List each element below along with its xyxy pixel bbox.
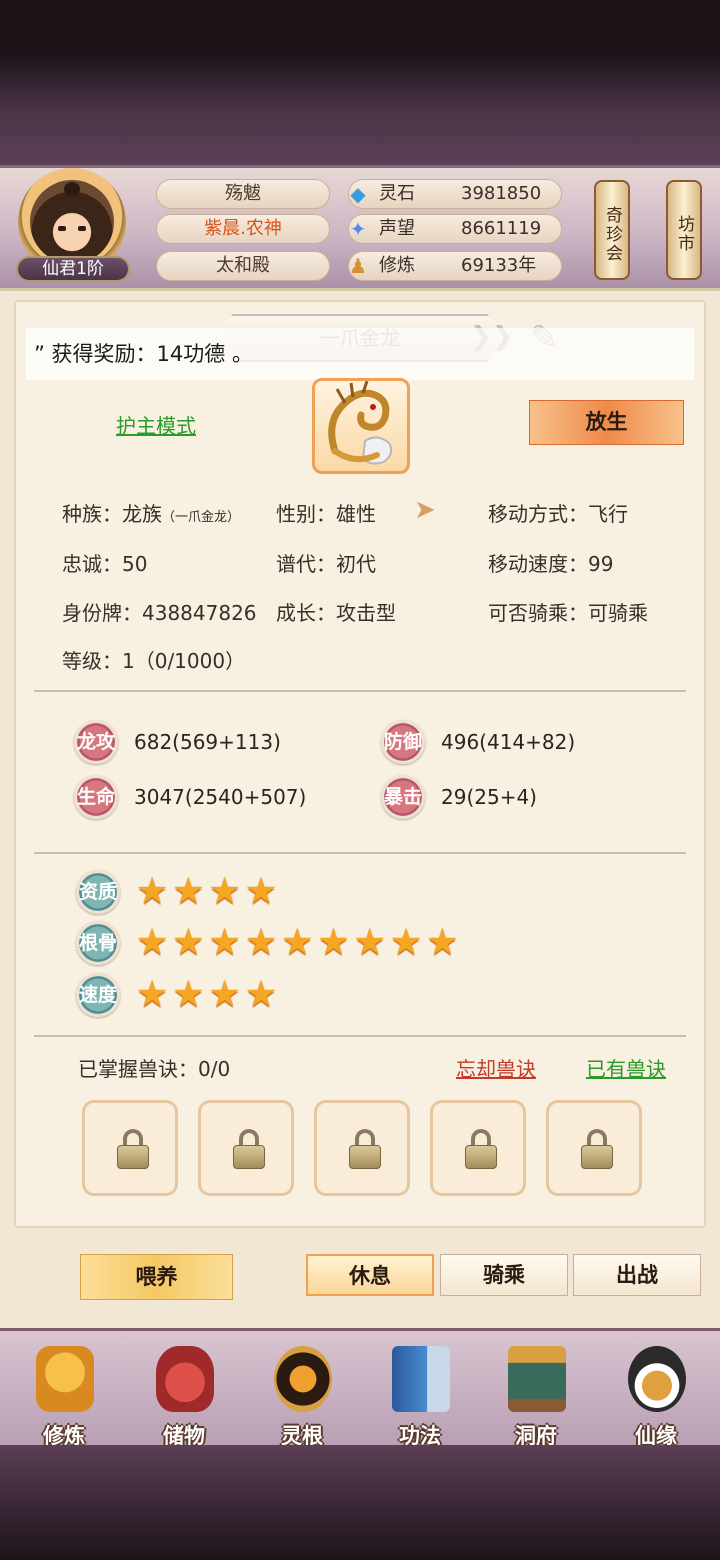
skill-slot[interactable] bbox=[82, 1100, 178, 1196]
resource-value: 3981850 bbox=[461, 183, 542, 204]
yin-yang-gourd-icon bbox=[628, 1346, 686, 1412]
bottom-background bbox=[0, 1445, 720, 1560]
rank-badge: 仙君1阶 bbox=[16, 256, 130, 282]
top-background bbox=[0, 0, 720, 170]
move-type-info: 移动方式：飞行 bbox=[488, 502, 628, 526]
lock-icon bbox=[117, 1129, 149, 1169]
resource-label: 灵石 bbox=[379, 183, 415, 204]
crit-stat-icon: 暴击 bbox=[381, 775, 425, 819]
cultivation-resource: ♟ 修炼 69133年 bbox=[348, 251, 562, 281]
skill-slot[interactable] bbox=[546, 1100, 642, 1196]
speed-icon: 速度 bbox=[76, 973, 120, 1017]
resource-value: 8661119 bbox=[461, 218, 542, 239]
palace-gate-icon bbox=[508, 1346, 566, 1412]
next-arrow-icon[interactable]: ➤ bbox=[414, 495, 436, 525]
feed-button[interactable]: 喂养 bbox=[80, 1254, 233, 1300]
defense-stat-value: 496(414+82) bbox=[441, 730, 576, 754]
rideable-info: 可否骑乘：可骑乘 bbox=[488, 601, 648, 625]
species-label: 种族： bbox=[62, 502, 122, 526]
reward-toast: ” 获得奖励：14功德 。 bbox=[26, 328, 694, 380]
rest-button[interactable]: 休息 bbox=[306, 1254, 434, 1296]
bone-icon: 根骨 bbox=[76, 921, 120, 965]
generation-info: 谱代：初代 bbox=[276, 552, 376, 576]
release-button[interactable]: 放生 bbox=[529, 400, 684, 445]
aptitude-icon: 资质 bbox=[76, 870, 120, 914]
speed-stars: ★★★★ bbox=[136, 974, 282, 1015]
lock-icon bbox=[349, 1129, 381, 1169]
species-value: 龙族 bbox=[122, 502, 162, 526]
meditating-monk-icon bbox=[36, 1346, 94, 1412]
title-pill-3[interactable]: 太和殿 bbox=[156, 251, 330, 281]
title-pill-1[interactable]: 殇魃 bbox=[156, 179, 330, 209]
move-speed-info: 移动速度：99 bbox=[488, 552, 614, 576]
nav-cave-mansion[interactable]: 洞府 bbox=[486, 1340, 586, 1450]
aptitude-stars: ★★★★ bbox=[136, 871, 282, 912]
avatar[interactable] bbox=[30, 180, 114, 264]
scripture-book-icon bbox=[392, 1346, 450, 1412]
prestige-resource: ✦ 声望 8661119 bbox=[348, 214, 562, 244]
title-pill-2[interactable]: 紫晨.农神 bbox=[156, 214, 330, 244]
species-info: 种族：龙族（一爪金龙） bbox=[62, 498, 240, 527]
defense-stat-icon: 防御 bbox=[381, 720, 425, 764]
prestige-icon: ✦ bbox=[349, 217, 367, 241]
spirit-stone-icon: ◆ bbox=[350, 182, 366, 206]
id-tag-info: 身份牌：438847826 bbox=[62, 601, 257, 625]
resource-value: 69133年 bbox=[461, 255, 537, 276]
nav-storage[interactable]: 储物 bbox=[134, 1340, 234, 1450]
hp-stat-icon: 生命 bbox=[74, 775, 118, 819]
hp-stat-value: 3047(2540+507) bbox=[134, 785, 307, 809]
divider bbox=[34, 690, 686, 692]
bone-stars: ★★★★★★★★★ bbox=[136, 922, 463, 963]
spirit-stone-resource: ◆ 灵石 3981850 bbox=[348, 179, 562, 209]
owned-skills-link[interactable]: 已有兽诀 bbox=[586, 1053, 666, 1082]
mastered-skills-count: 已掌握兽诀：0/0 bbox=[78, 1057, 231, 1081]
resource-label: 修炼 bbox=[379, 255, 415, 276]
spirit-root-icon bbox=[274, 1346, 332, 1412]
lock-icon bbox=[233, 1129, 265, 1169]
nav-spirit-root[interactable]: 灵根 bbox=[252, 1340, 352, 1450]
treasure-bag-icon bbox=[156, 1346, 214, 1412]
skill-slot[interactable] bbox=[198, 1100, 294, 1196]
crit-stat-value: 29(25+4) bbox=[441, 785, 537, 809]
species-sub: （一爪金龙） bbox=[162, 510, 241, 525]
ride-button[interactable]: 骑乘 bbox=[440, 1254, 568, 1296]
resource-label: 声望 bbox=[379, 218, 415, 239]
growth-info: 成长：攻击型 bbox=[276, 601, 396, 625]
treasure-fair-button[interactable]: 奇珍会 bbox=[594, 180, 630, 280]
market-button[interactable]: 坊市 bbox=[666, 180, 702, 280]
battle-button[interactable]: 出战 bbox=[573, 1254, 701, 1296]
nav-fate[interactable]: 仙缘 bbox=[606, 1340, 706, 1450]
skill-slot[interactable] bbox=[430, 1100, 526, 1196]
skill-slot[interactable] bbox=[314, 1100, 410, 1196]
forget-skill-link[interactable]: 忘却兽诀 bbox=[456, 1053, 536, 1082]
cultivation-icon: ♟ bbox=[349, 254, 367, 278]
attack-stat-value: 682(569+113) bbox=[134, 730, 281, 754]
lock-icon bbox=[465, 1129, 497, 1169]
divider bbox=[34, 1035, 686, 1037]
divider bbox=[34, 852, 686, 854]
nav-techniques[interactable]: 功法 bbox=[370, 1340, 470, 1450]
lock-icon bbox=[581, 1129, 613, 1169]
attack-stat-icon: 龙攻 bbox=[74, 720, 118, 764]
golden-dragon-icon bbox=[328, 381, 393, 465]
guard-mode-link[interactable]: 护主模式 bbox=[116, 410, 196, 439]
loyalty-info: 忠诚：50 bbox=[62, 552, 148, 576]
level-info: 等级：1（0/1000） bbox=[62, 649, 246, 673]
pet-portrait[interactable] bbox=[312, 378, 410, 474]
gender-info: 性别：雄性 bbox=[276, 502, 376, 526]
nav-cultivate[interactable]: 修炼 bbox=[14, 1340, 114, 1450]
